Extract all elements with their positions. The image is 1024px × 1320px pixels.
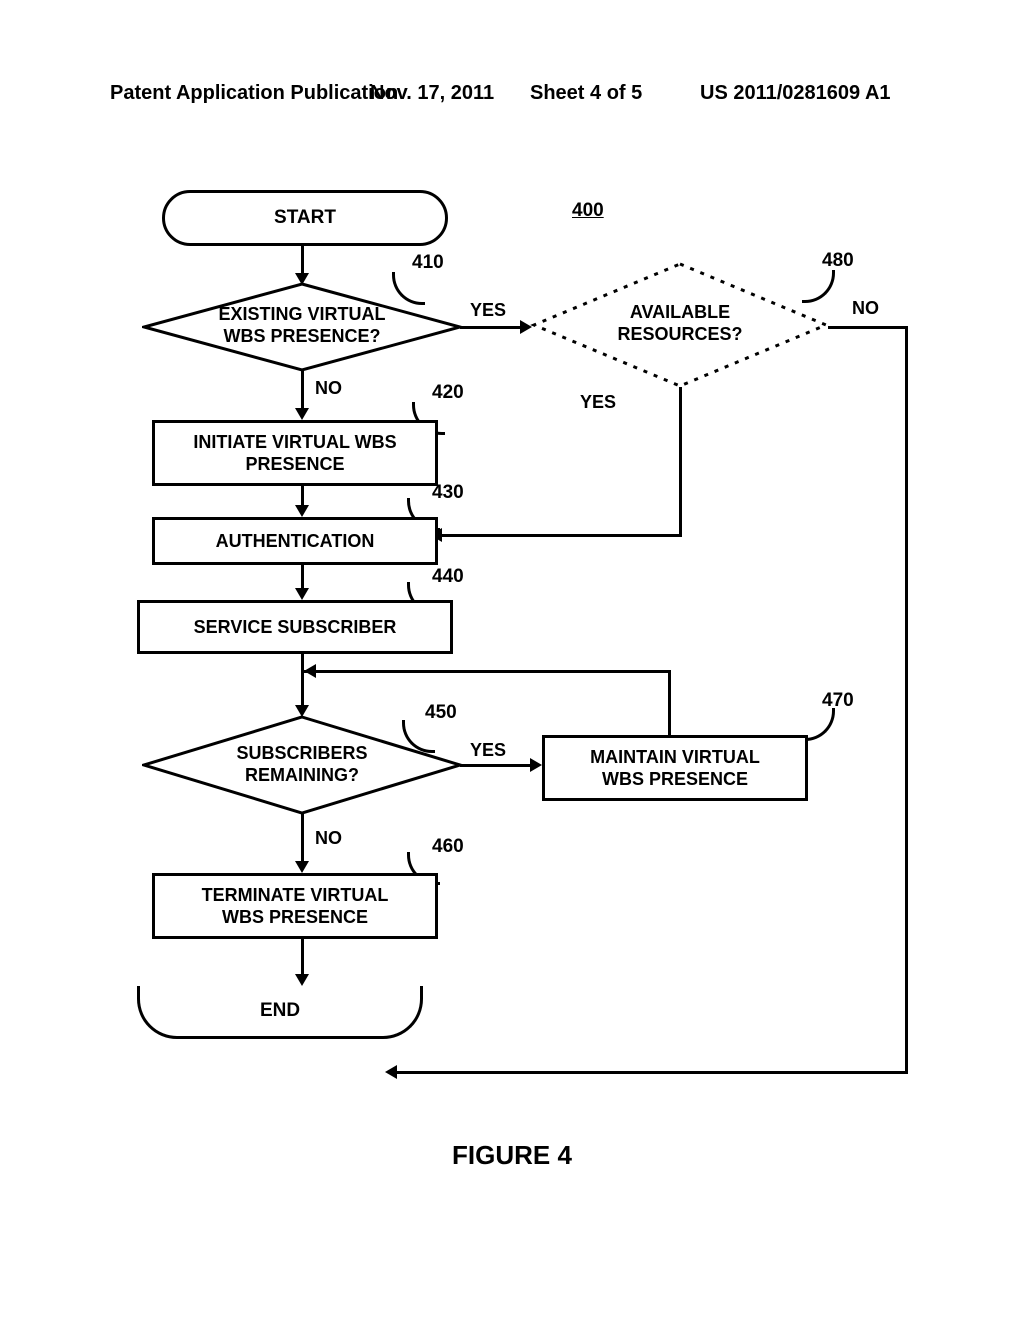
arrowhead-left-icon <box>304 664 316 678</box>
terminator-start: START <box>162 190 448 246</box>
ref-410: 410 <box>412 252 444 274</box>
branch-yes: YES <box>470 740 506 761</box>
arrowhead-down-icon <box>295 505 309 517</box>
ref-420: 420 <box>432 382 464 404</box>
leader-curve <box>802 270 835 303</box>
branch-yes: YES <box>580 392 616 413</box>
branch-yes: YES <box>470 300 506 321</box>
process-420-label: INITIATE VIRTUAL WBS PRESENCE <box>193 431 396 476</box>
terminator-start-label: START <box>274 207 336 229</box>
decision-450: SUBSCRIBERS REMAINING? <box>142 715 462 815</box>
terminator-end: END <box>137 986 423 1039</box>
process-440-label: SERVICE SUBSCRIBER <box>194 616 397 639</box>
ref-480: 480 <box>822 250 854 272</box>
decision-410-label: EXISTING VIRTUAL WBS PRESENCE? <box>202 304 402 347</box>
process-460-label: TERMINATE VIRTUAL WBS PRESENCE <box>202 884 389 929</box>
connector <box>301 483 304 507</box>
connector <box>442 534 682 537</box>
terminator-end-label: END <box>260 1000 300 1022</box>
figure-caption: FIGURE 4 <box>0 1140 1024 1171</box>
process-430: AUTHENTICATION <box>152 517 438 565</box>
arrowhead-down-icon <box>295 408 309 420</box>
decision-410: EXISTING VIRTUAL WBS PRESENCE? <box>142 282 462 372</box>
connector <box>397 1071 908 1074</box>
connector <box>679 387 682 537</box>
decision-450-label: SUBSCRIBERS REMAINING? <box>212 743 392 786</box>
connector <box>460 764 532 767</box>
flowchart: START 400 410 EXISTING VIRTUAL WBS PRESE… <box>112 180 924 1180</box>
connector <box>301 562 304 590</box>
arrowhead-left-icon <box>385 1065 397 1079</box>
branch-no: NO <box>315 828 342 849</box>
connector <box>301 651 304 707</box>
process-440: SERVICE SUBSCRIBER <box>137 600 453 654</box>
arrowhead-right-icon <box>530 758 542 772</box>
ref-400: 400 <box>572 200 604 222</box>
connector <box>905 326 908 1074</box>
connector <box>301 936 304 976</box>
header-left: Patent Application Publication <box>110 82 398 105</box>
arrowhead-down-icon <box>295 861 309 873</box>
branch-no: NO <box>315 378 342 399</box>
header-date: Nov. 17, 2011 <box>370 82 494 105</box>
process-470: MAINTAIN VIRTUAL WBS PRESENCE <box>542 735 808 801</box>
connector <box>304 670 671 673</box>
process-460: TERMINATE VIRTUAL WBS PRESENCE <box>152 873 438 939</box>
arrowhead-down-icon <box>295 588 309 600</box>
decision-480: AVAILABLE RESOURCES? <box>530 260 830 390</box>
header-sheet: Sheet 4 of 5 <box>530 82 642 105</box>
process-430-label: AUTHENTICATION <box>216 530 375 553</box>
connector <box>301 813 304 863</box>
arrowhead-down-icon <box>295 974 309 986</box>
branch-no: NO <box>852 298 879 319</box>
connector <box>301 370 304 410</box>
decision-480-label: AVAILABLE RESOURCES? <box>610 302 750 345</box>
header-pubno: US 2011/0281609 A1 <box>700 82 891 105</box>
connector <box>828 326 908 329</box>
connector <box>668 670 671 735</box>
page: Patent Application Publication Nov. 17, … <box>0 0 1024 1320</box>
process-470-label: MAINTAIN VIRTUAL WBS PRESENCE <box>590 746 760 791</box>
connector <box>301 243 304 275</box>
process-420: INITIATE VIRTUAL WBS PRESENCE <box>152 420 438 486</box>
connector <box>460 326 522 329</box>
